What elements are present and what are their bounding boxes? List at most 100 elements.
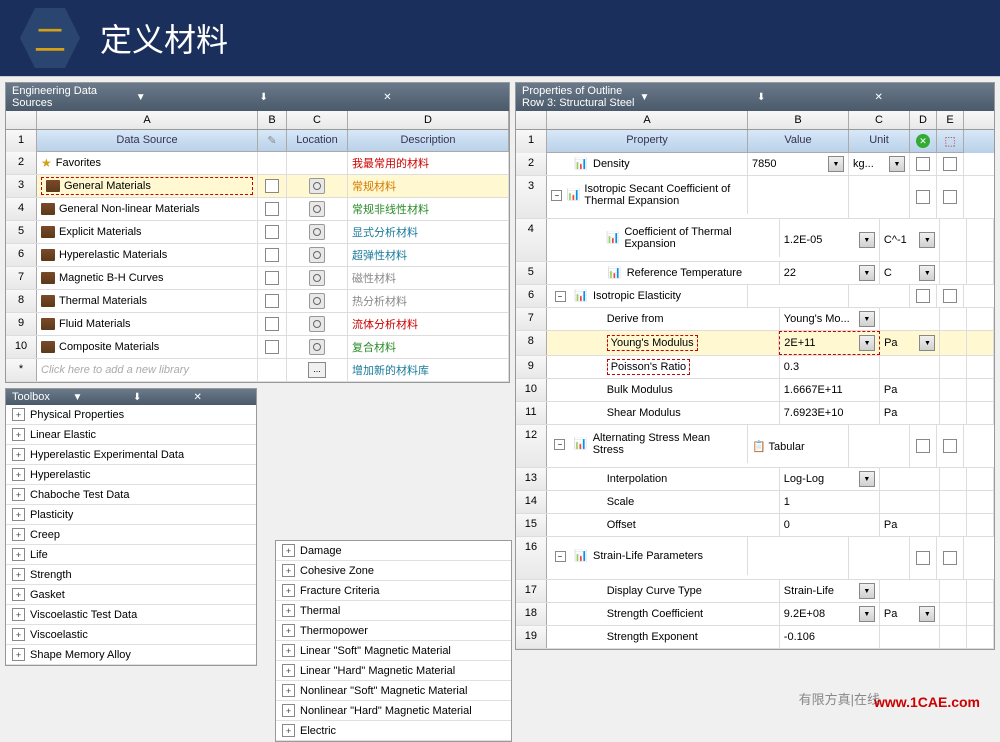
value-cell[interactable]: 1 [780,491,880,513]
dropdown-icon[interactable]: ▼ [919,232,935,248]
expand-icon[interactable]: + [12,588,25,601]
expand-icon[interactable]: + [12,608,25,621]
collapse-icon[interactable]: − [551,190,562,201]
property-row[interactable]: 13 Interpolation Log-Log▼ [516,468,994,491]
edit-checkbox[interactable] [265,317,279,331]
col-letter[interactable]: A [37,111,258,129]
location-icon[interactable] [309,293,325,309]
toolbox-category[interactable]: +Linear "Hard" Magnetic Material [276,661,511,681]
pin-icon[interactable]: ⬇ [757,92,871,103]
close-icon[interactable]: ✕ [383,92,503,103]
toolbox-category[interactable]: +Chaboche Test Data [6,485,256,505]
header-unit[interactable]: Unit [849,130,910,153]
unit-cell[interactable]: C^-1▼ [880,219,940,261]
col-letter[interactable]: D [348,111,509,129]
expand-icon[interactable]: + [12,508,25,521]
expand-icon[interactable]: + [12,428,25,441]
dropdown-icon[interactable]: ▼ [859,335,875,351]
expand-icon[interactable]: + [12,628,25,641]
edit-checkbox[interactable] [265,179,279,193]
property-row[interactable]: 16 −📊Strain-Life Parameters [516,537,994,580]
value-cell[interactable]: Young's Mo...▼ [780,308,880,330]
expand-icon[interactable]: + [12,468,25,481]
data-source-row[interactable]: * Click here to add a new library ... 增加… [6,359,509,382]
property-row[interactable]: 12 −📊Alternating Stress Mean Stress 📋 Ta… [516,425,994,468]
collapse-icon[interactable]: − [555,291,566,302]
toolbox-category[interactable]: +Thermopower [276,621,511,641]
data-source-row[interactable]: 9 Fluid Materials 流体分析材料 [6,313,509,336]
expand-icon[interactable]: + [12,448,25,461]
header-data-source[interactable]: Data Source [37,130,258,152]
value-cell[interactable]: Strain-Life▼ [780,580,880,602]
toolbox-category[interactable]: +Strength [6,565,256,585]
value-cell[interactable]: 2E+11▼ [779,331,880,355]
suppress-checkbox[interactable] [916,289,930,303]
toolbox-category[interactable]: +Plasticity [6,505,256,525]
header-parameterize[interactable]: ⬚ [937,130,964,153]
toolbox-category[interactable]: +Gasket [6,585,256,605]
collapse-icon[interactable]: − [555,551,566,562]
value-cell[interactable]: 9.2E+08▼ [780,603,880,625]
expand-icon[interactable]: + [282,724,295,737]
expand-icon[interactable]: + [12,528,25,541]
toolbox-category[interactable]: +Life [6,545,256,565]
toolbox-category[interactable]: +Hyperelastic Experimental Data [6,445,256,465]
value-cell[interactable]: 7850▼ [748,153,849,175]
toolbox-category[interactable]: +Thermal [276,601,511,621]
edit-checkbox[interactable] [265,248,279,262]
toolbox-category[interactable]: +Physical Properties [6,405,256,425]
toolbox-category[interactable]: +Shape Memory Alloy [6,645,256,665]
suppress-checkbox[interactable] [916,157,930,171]
location-icon[interactable] [309,270,325,286]
property-row[interactable]: 6 −📊Isotropic Elasticity [516,285,994,308]
col-letter[interactable]: A [547,111,748,129]
expand-icon[interactable]: + [282,544,295,557]
suppress-checkbox[interactable] [916,439,930,453]
unit-cell[interactable]: Pa [880,379,940,401]
data-source-row[interactable]: 2 ★Favorites 我最常用的材料 [6,152,509,175]
expand-icon[interactable]: + [282,624,295,637]
expand-icon[interactable]: + [12,648,25,661]
col-letter[interactable]: D [910,111,937,129]
expand-icon[interactable]: + [282,564,295,577]
unit-cell[interactable] [880,626,940,648]
value-cell[interactable]: -0.106 [780,626,880,648]
property-row[interactable]: 10 Bulk Modulus 1.6667E+11 Pa [516,379,994,402]
param-checkbox[interactable] [943,551,957,565]
data-source-row[interactable]: 6 Hyperelastic Materials 超弹性材料 [6,244,509,267]
header-property[interactable]: Property [547,130,748,153]
dropdown-icon[interactable]: ▼ [828,156,844,172]
value-cell[interactable]: 7.6923E+10 [780,402,880,424]
toolbox-category[interactable]: +Linear Elastic [6,425,256,445]
expand-icon[interactable]: + [12,568,25,581]
pin-icon[interactable]: ⬇ [260,92,380,103]
property-row[interactable]: 5 📊Reference Temperature 22▼ C▼ [516,262,994,285]
property-row[interactable]: 14 Scale 1 [516,491,994,514]
edit-checkbox[interactable] [265,202,279,216]
property-row[interactable]: 2 📊Density 7850▼ kg...▼ [516,153,994,176]
toolbox-category[interactable]: +Viscoelastic Test Data [6,605,256,625]
dropdown-icon[interactable]: ▼ [889,156,905,172]
property-row[interactable]: 8 Young's Modulus 2E+11▼ Pa▼ [516,331,994,356]
unit-cell[interactable]: Pa▼ [880,603,940,625]
unit-cell[interactable]: C▼ [880,262,940,284]
toolbox-category[interactable]: +Linear "Soft" Magnetic Material [276,641,511,661]
location-icon[interactable] [309,201,325,217]
data-source-row[interactable]: 3 General Materials 常规材料 [6,175,509,198]
unit-cell[interactable] [880,356,940,378]
unit-cell[interactable]: Pa▼ [880,331,940,355]
property-row[interactable]: 3 −📊Isotropic Secant Coefficient of Ther… [516,176,994,219]
browse-button[interactable]: ... [308,362,326,378]
param-checkbox[interactable] [943,157,957,171]
dropdown-icon[interactable]: ▼ [859,265,875,281]
header-value[interactable]: Value [748,130,849,153]
expand-icon[interactable]: + [282,604,295,617]
add-library-placeholder[interactable]: Click here to add a new library [41,364,189,376]
data-source-row[interactable]: 5 Explicit Materials 显式分析材料 [6,221,509,244]
property-row[interactable]: 7 Derive from Young's Mo...▼ [516,308,994,331]
toolbox-category[interactable]: +Nonlinear "Hard" Magnetic Material [276,701,511,721]
value-cell[interactable]: 📋 Tabular [748,425,849,467]
suppress-checkbox[interactable] [916,190,930,204]
toolbox-category[interactable]: +Viscoelastic [6,625,256,645]
expand-icon[interactable]: + [12,408,25,421]
